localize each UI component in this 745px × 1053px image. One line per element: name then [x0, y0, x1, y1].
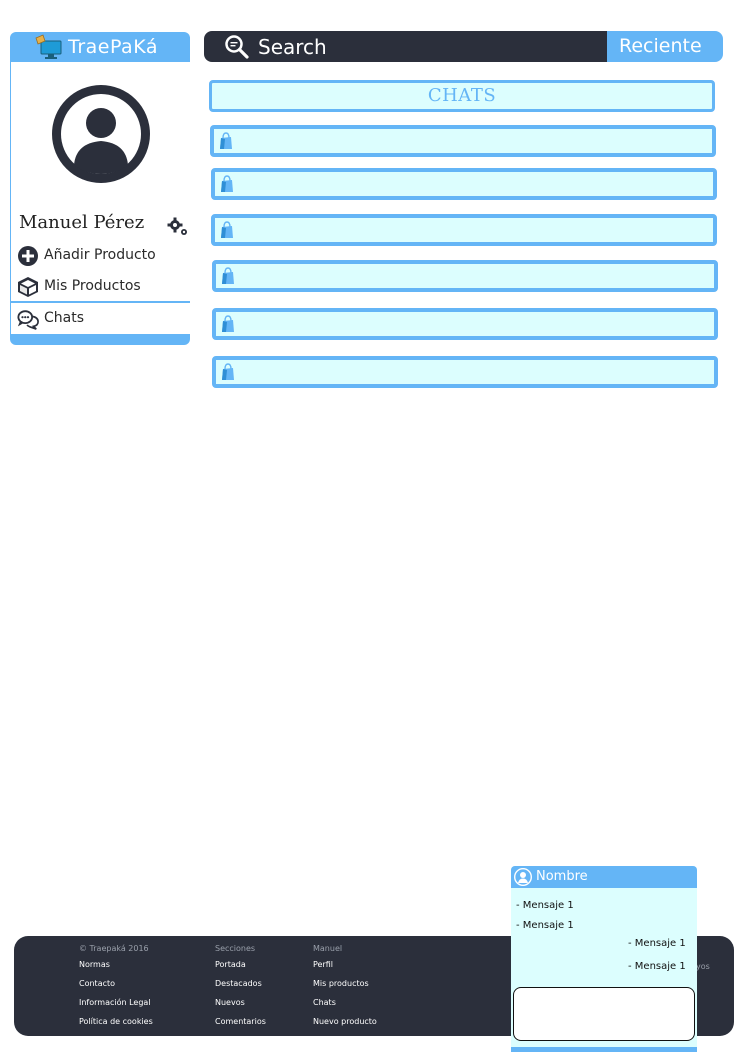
footer-partial-text: yos [696, 962, 710, 971]
footer-copyright: © Traepaká 2016 [79, 944, 149, 953]
footer-link-contacto[interactable]: Contacto [79, 979, 153, 988]
footer-link-legal[interactable]: Información Legal [79, 998, 153, 1007]
footer-heading-sections: Secciones [215, 944, 256, 953]
user-avatar-icon [514, 868, 532, 886]
chat-message-incoming: - Mensaje 1 [516, 900, 574, 911]
shopping-bag-icon [221, 221, 233, 238]
recent-button[interactable]: Reciente [607, 31, 723, 62]
brand-title: TraePaKá [68, 36, 158, 58]
search-bar[interactable]: Search [204, 31, 608, 62]
shopping-bag-icon [222, 315, 234, 332]
chat-popup-header[interactable]: Nombre [511, 866, 697, 888]
footer-column-user: Manuel Perfil Mis productos Chats Nuevo … [313, 944, 377, 1036]
chat-row[interactable] [211, 168, 717, 200]
menu-item-my-products[interactable]: Mis Productos [11, 272, 190, 301]
menu-item-label: Añadir Producto [44, 247, 156, 263]
monitor-logo-icon [35, 34, 62, 59]
chat-row[interactable] [212, 260, 718, 292]
chat-bubbles-icon [17, 310, 39, 330]
footer-link-comentarios[interactable]: Comentarios [215, 1017, 266, 1026]
menu-item-label: Chats [44, 310, 85, 326]
footer-link-destacados[interactable]: Destacados [215, 979, 266, 988]
search-input[interactable]: Search [258, 35, 327, 59]
menu-item-label: Mis Productos [44, 278, 141, 294]
chats-header: CHATS [209, 80, 715, 112]
chat-row[interactable] [211, 214, 717, 246]
plus-circle-icon [18, 246, 38, 266]
user-avatar-icon[interactable] [52, 85, 150, 183]
footer-link-mis-productos[interactable]: Mis productos [313, 979, 377, 988]
shopping-bag-icon [220, 132, 232, 149]
chats-title: CHATS [427, 85, 497, 106]
message-input[interactable] [513, 987, 695, 1041]
chat-message-incoming: - Mensaje 1 [516, 920, 574, 931]
settings-gears-icon[interactable] [167, 217, 189, 237]
footer-column-sections: Secciones Portada Destacados Nuevos Come… [215, 944, 266, 1036]
chat-popup: Nombre - Mensaje 1 - Mensaje 1 - Mensaje… [511, 866, 697, 1052]
footer-link-perfil[interactable]: Perfil [313, 960, 377, 969]
footer-heading-user: Manuel [313, 944, 343, 953]
menu-item-chats[interactable]: Chats [11, 303, 190, 334]
chat-row[interactable] [212, 356, 718, 388]
footer-column-info: © Traepaká 2016 Normas Contacto Informac… [79, 944, 153, 1036]
chat-message-outgoing: - Mensaje 1 [628, 938, 686, 949]
chat-row[interactable] [210, 125, 716, 157]
chat-row[interactable] [212, 308, 718, 340]
sidebar: TraePaKá Manuel Pérez Añadir Producto Mi… [10, 32, 190, 345]
shopping-bag-icon [222, 363, 234, 380]
search-icon[interactable] [224, 34, 250, 60]
shopping-bag-icon [222, 267, 234, 284]
chat-popup-title: Nombre [536, 869, 588, 884]
footer-link-chats[interactable]: Chats [313, 998, 377, 1007]
menu-item-add-product[interactable]: Añadir Producto [11, 241, 190, 270]
footer-link-cookies[interactable]: Política de cookies [79, 1017, 153, 1026]
footer-link-portada[interactable]: Portada [215, 960, 266, 969]
user-name: Manuel Pérez [19, 212, 145, 233]
chat-message-outgoing: - Mensaje 1 [628, 961, 686, 972]
recent-button-label: Reciente [619, 35, 702, 57]
footer-link-nuevos[interactable]: Nuevos [215, 998, 266, 1007]
footer-link-normas[interactable]: Normas [79, 960, 153, 969]
shopping-bag-icon [221, 175, 233, 192]
chat-popup-bottom-bar [511, 1047, 697, 1052]
footer-link-nuevo-producto[interactable]: Nuevo producto [313, 1017, 377, 1026]
box-icon [18, 277, 38, 297]
brand[interactable]: TraePaKá [10, 32, 190, 62]
